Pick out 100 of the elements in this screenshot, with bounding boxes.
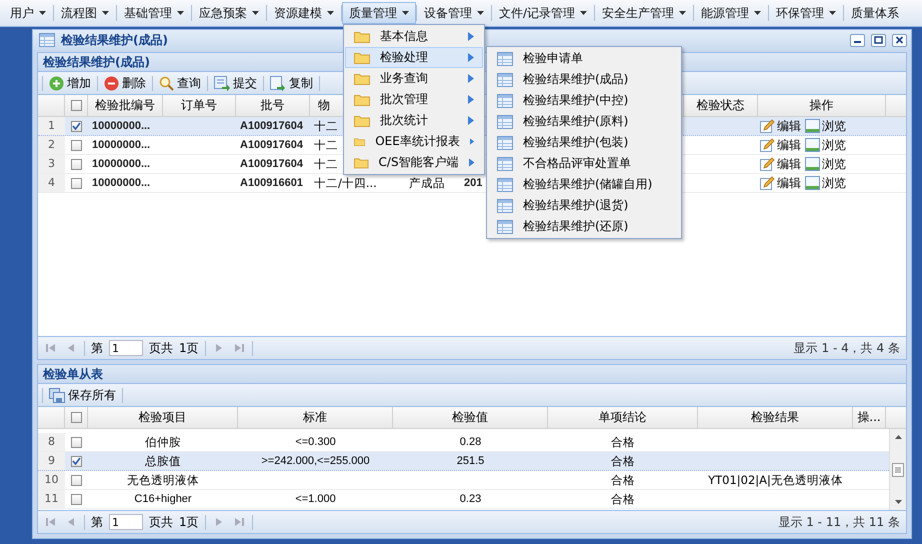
menu-item[interactable]: 不合格品评审处置单 [488,153,680,174]
document-icon [805,157,820,171]
last-page-icon [234,343,244,353]
column-header[interactable]: 标准 [238,407,393,428]
table-cell-text: C16+higher [133,493,193,505]
column-header[interactable]: 物 [310,95,330,116]
select-all-checkbox[interactable] [70,412,82,423]
column-header[interactable]: 订单号 [163,95,236,116]
edit-link[interactable]: 编辑 [760,136,801,154]
column-header[interactable]: 检验状态 [684,95,758,116]
arrow-right-icon [470,137,474,146]
toolbar-button[interactable]: 提交 [211,73,260,93]
column-header[interactable]: 检验值 [393,407,548,428]
menu-bar-item[interactable]: 流程图 [54,2,116,24]
toolbar-button[interactable]: 增加 [46,73,94,93]
menu-item[interactable]: C/S智能客户端 [345,152,483,173]
folder-icon [354,93,370,106]
previous-page-icon [66,517,76,527]
menu-item[interactable]: 基本信息 [345,26,483,47]
close-icon [895,36,904,44]
row-checkbox[interactable] [71,178,82,188]
row-checkbox[interactable] [71,120,82,132]
menu-bar-item[interactable]: 用户 [3,2,53,24]
menu-item[interactable]: 检验结果维护(还原) [488,216,680,237]
record-summary: 显示 1 - 4，共 4 条 [794,340,900,356]
table-cell-text: A100917604 [239,158,304,170]
edit-link[interactable]: 编辑 [760,174,801,192]
row-number: 8 [38,433,65,451]
menu-item[interactable]: 检验处理 [345,47,483,68]
table-row[interactable]: 9 总胺值 >=242.000,<=255.000 251.5 合格 [38,452,889,471]
table-row[interactable]: 11 C16+higher <=1.000 0.23 合格 [38,490,889,509]
column-header[interactable]: 操... [853,407,886,428]
menu-item[interactable]: 检验结果维护(退货) [488,195,680,216]
menu-bar-item[interactable]: 资源建模 [267,2,341,24]
menu-bar-item[interactable]: 设备管理 [417,2,491,24]
toolbar-button[interactable]: 删除 [101,73,149,93]
row-checkbox[interactable] [71,436,82,448]
search-icon [159,76,174,90]
table-icon [497,52,513,66]
row-checkbox[interactable] [71,494,82,504]
table-icon [39,33,55,47]
menu-item[interactable]: 检验结果维护(中控) [488,90,680,111]
row-number: 3 [38,155,65,173]
column-header[interactable]: 检验批编号 [88,95,163,116]
table-cell-text: <=1.000 [294,493,337,505]
minus-icon [104,76,119,90]
table-cell-text: 10000000... [91,139,152,151]
maximize-button[interactable] [871,34,886,46]
scrollbar[interactable] [889,429,906,510]
column-header[interactable]: 批号 [236,95,310,116]
caret-icon [252,11,259,15]
row-checkbox[interactable] [71,474,82,486]
minimize-button[interactable] [850,34,865,46]
menu-bar-item[interactable]: 质量管理 [342,2,416,24]
table-icon [497,114,513,128]
edit-link[interactable]: 编辑 [760,118,801,134]
menu-item[interactable]: 检验结果维护(包装) [488,132,680,153]
edit-link[interactable]: 编辑 [760,156,801,172]
menu-bar-item[interactable]: 质量体系 [844,2,906,24]
page-input[interactable]: 1 [109,514,143,530]
menu-bar-item[interactable]: 基础管理 [117,2,191,24]
menu-bar-item[interactable]: 应急预案 [192,2,266,24]
row-checkbox[interactable] [71,140,82,150]
toolbar-button[interactable]: 保存所有 [46,385,119,405]
first-page-icon [46,343,56,353]
menu-item[interactable]: 批次管理 [345,89,483,110]
row-checkbox[interactable] [71,158,82,170]
view-link[interactable]: 浏览 [805,156,846,172]
table-cell-text: 10000000... [91,158,152,170]
table-cell-text: 0.23 [458,493,482,505]
toolbar-button[interactable]: 查询 [156,73,204,93]
menu-item[interactable]: 检验结果维护(原料) [488,111,680,132]
column-header[interactable]: 检验结果 [698,407,853,428]
page-input[interactable]: 1 [109,340,143,356]
row-checkbox[interactable] [71,456,82,466]
table-cell-text: 10000000... [91,177,152,189]
column-header[interactable]: 检验项目 [88,407,238,428]
close-button[interactable] [892,34,907,46]
menu-item[interactable]: 批次统计 [345,110,483,131]
menu-item[interactable]: OEE率统计报表 [345,131,483,152]
first-page-button[interactable] [44,517,58,527]
table-row[interactable]: 10 无色透明液体 合格 YT01|02|A|无色透明液体 [38,471,889,490]
view-link[interactable]: 浏览 [805,136,846,154]
table-icon [497,94,513,108]
view-link[interactable]: 浏览 [805,118,846,134]
column-header[interactable]: 单项结论 [548,407,698,428]
menu-bar-item[interactable]: 安全生产管理 [595,2,694,24]
table-cell-text: 十二 [313,138,339,152]
row-number: 10 [38,471,65,489]
menu-bar-item[interactable]: 环保管理 [769,2,844,24]
toolbar-button[interactable]: 复制 [267,73,316,93]
menu-bar-item[interactable]: 能源管理 [694,2,768,24]
caret-icon [679,11,686,15]
menu-bar-item[interactable]: 文件/记录管理 [492,2,594,24]
menu-item[interactable]: 检验结果维护(储罐自用) [488,174,680,195]
menu-item[interactable]: 检验结果维护(成品) [488,69,680,90]
first-page-button[interactable] [44,343,58,353]
view-link[interactable]: 浏览 [805,174,846,192]
column-header[interactable]: 操作 [758,95,886,116]
select-all-checkbox[interactable] [70,100,82,111]
